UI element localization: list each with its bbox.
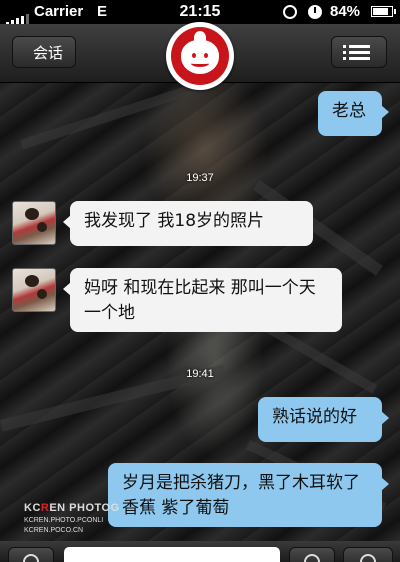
- message-text: 熟话说的好: [272, 407, 357, 427]
- message-bubble-incoming[interactable]: 我发现了 我18岁的照片: [63, 201, 313, 246]
- photo-watermark-url: KCREN.PHOTO.PCONLI: [24, 517, 104, 524]
- rotation-lock-icon: [283, 5, 297, 19]
- message-timestamp: 19:41: [186, 368, 214, 380]
- message-timestamp: 19:37: [186, 172, 214, 184]
- message-bubble-incoming[interactable]: 妈呀 和现在比起来 那叫一个天一个地: [63, 268, 342, 332]
- red-logo-avatar-icon: [171, 27, 229, 85]
- sender-avatar[interactable]: [12, 268, 56, 312]
- voice-icon: [23, 554, 39, 562]
- add-attachment-button[interactable]: [343, 547, 393, 562]
- menu-button[interactable]: [331, 36, 387, 68]
- photo-watermark-brand: KCREN PHOTOG: [24, 502, 120, 514]
- contact-avatar-logo[interactable]: [166, 22, 234, 90]
- message-bubble-outgoing[interactable]: 岁月是把杀猪刀，黑了木耳软了香蕉 紫了葡萄: [108, 463, 389, 527]
- back-button[interactable]: 会话: [12, 36, 77, 68]
- add-icon: [360, 554, 376, 562]
- message-input-field[interactable]: [64, 547, 280, 562]
- message-text: 我发现了 我18岁的照片: [84, 211, 265, 231]
- battery-icon: [371, 6, 393, 17]
- alarm-icon: [308, 5, 322, 19]
- message-bubble-outgoing[interactable]: 熟话说的好: [258, 397, 389, 442]
- chat-screen: Carrier E 21:15 84% 会话 老总 19:37 我发现了 我18…: [0, 0, 400, 562]
- battery-tip: [394, 9, 396, 14]
- emoji-icon: [304, 554, 320, 562]
- status-bar: Carrier E 21:15 84%: [0, 0, 400, 26]
- voice-toggle-button[interactable]: [8, 547, 54, 562]
- message-text: 岁月是把杀猪刀，黑了木耳软了香蕉 紫了葡萄: [122, 473, 360, 518]
- back-button-label: 会话: [33, 44, 64, 62]
- message-text: 老总: [332, 101, 366, 121]
- emoji-button[interactable]: [289, 547, 335, 562]
- photo-watermark-url: KCREN.POCO.CN: [24, 527, 84, 534]
- message-bubble-outgoing[interactable]: 老总: [318, 91, 389, 136]
- sender-avatar[interactable]: [12, 201, 56, 245]
- message-text: 妈呀 和现在比起来 那叫一个天一个地: [84, 278, 316, 323]
- battery-percentage: 84%: [330, 3, 361, 20]
- message-input-bar: [0, 541, 400, 562]
